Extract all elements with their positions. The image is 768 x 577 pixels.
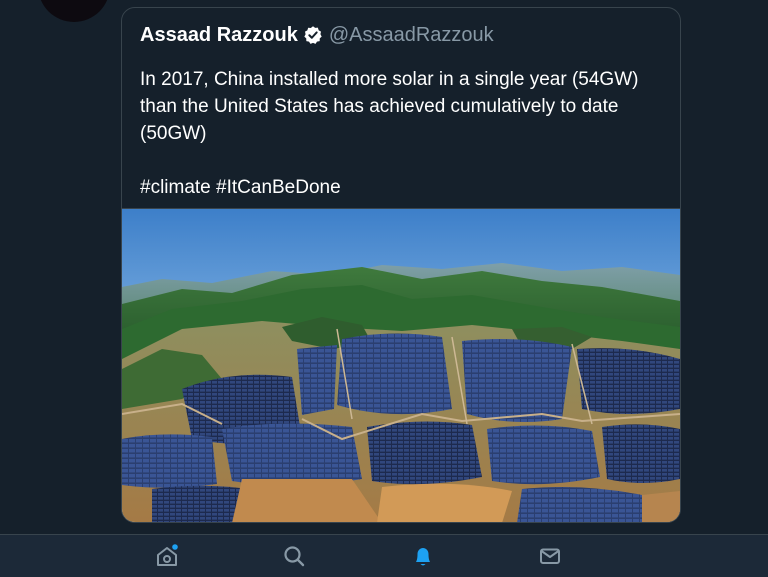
verified-badge-icon	[303, 25, 323, 45]
quoted-tweet-card[interactable]: Assaad Razzouk @AssaadRazzouk In 2017, C…	[121, 7, 681, 523]
tab-search[interactable]	[264, 535, 324, 577]
notification-dot-icon	[172, 544, 178, 550]
tweet-text-line: than the United States has achieved cumu…	[140, 96, 619, 117]
solar-farm-photo[interactable]	[122, 208, 680, 522]
home-icon	[157, 544, 178, 566]
avatar[interactable]	[38, 0, 110, 22]
tab-notifications[interactable]	[393, 535, 453, 577]
tab-home[interactable]	[137, 535, 197, 577]
quoted-tweet-header: Assaad Razzouk @AssaadRazzouk	[140, 22, 494, 48]
tab-messages[interactable]	[520, 535, 580, 577]
bell-icon	[416, 548, 430, 566]
search-icon	[284, 546, 305, 567]
tweet-text: In 2017, China installed more solar in a…	[140, 66, 670, 201]
tweet-text-line: (50GW)	[140, 123, 207, 144]
tweet-text-line: In 2017, China installed more solar in a…	[140, 69, 639, 90]
bottom-navigation-bar	[0, 534, 768, 577]
display-name[interactable]: Assaad Razzouk	[140, 24, 298, 47]
tweet-hashtags[interactable]: #climate #ItCanBeDone	[140, 174, 670, 201]
user-handle[interactable]: @AssaadRazzouk	[329, 24, 494, 47]
mail-icon	[540, 548, 560, 564]
